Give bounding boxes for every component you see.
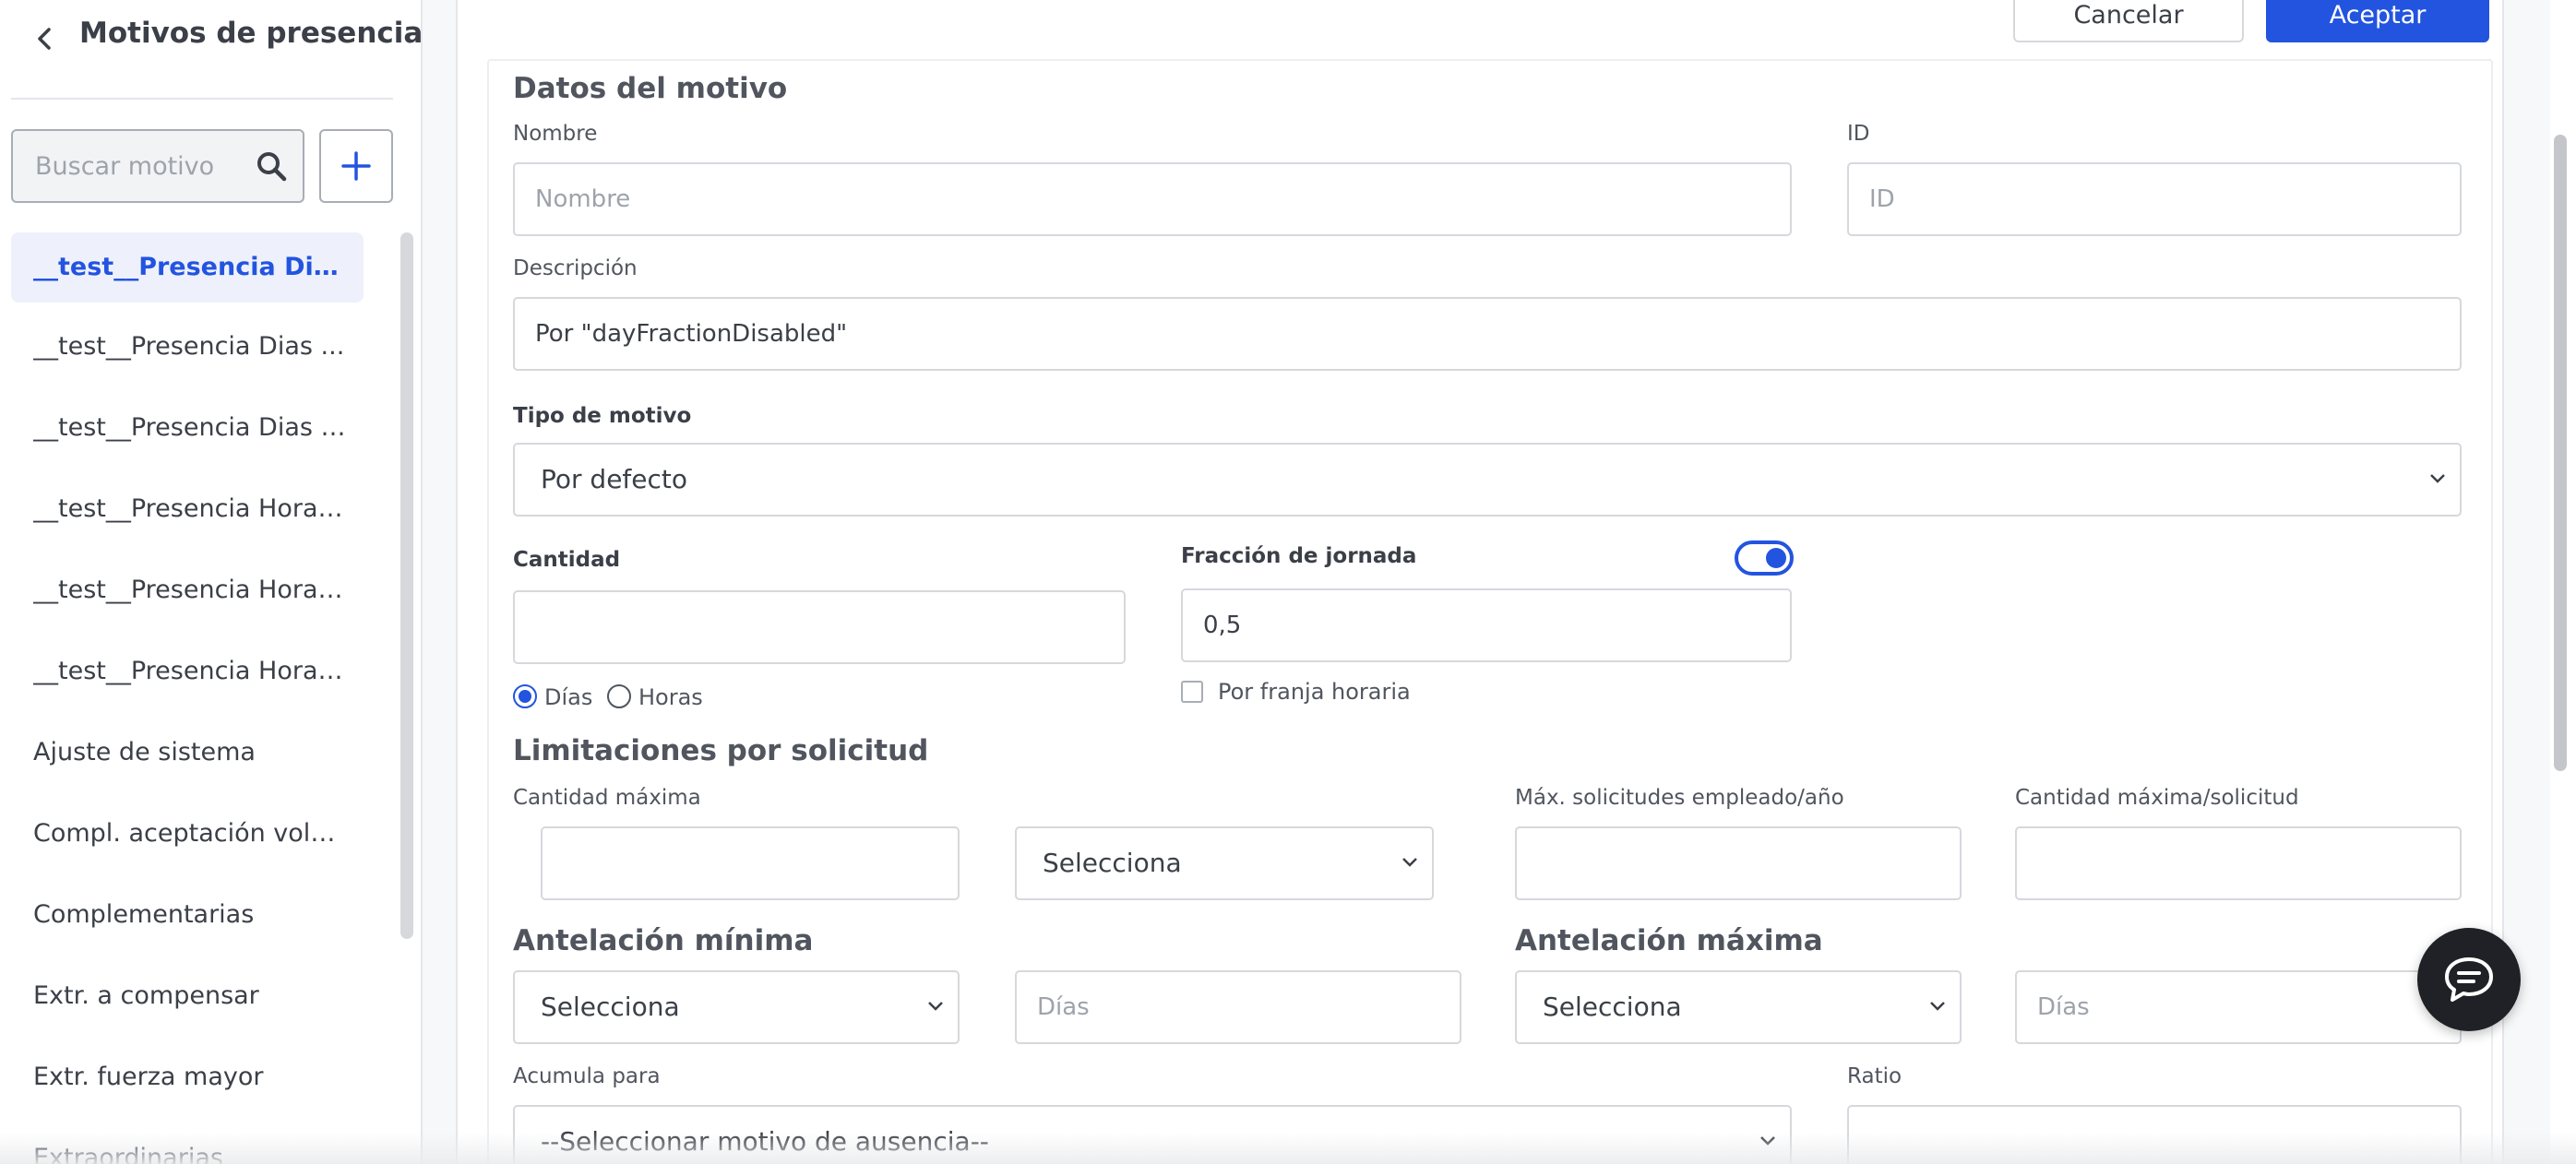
chevron-down-icon: [928, 1002, 943, 1011]
chevron-down-icon: [1402, 858, 1417, 867]
cantidad-max-solicitud-input[interactable]: [2015, 826, 2462, 900]
cantidad-maxima-input[interactable]: [541, 826, 960, 900]
tipo-select[interactable]: Por defecto: [513, 443, 2462, 517]
limitaciones-title: Limitaciones por solicitud: [513, 734, 929, 767]
list-item-label: __test__Presencia Dias ...: [33, 332, 345, 361]
acumula-label: Acumula para: [513, 1064, 661, 1088]
tipo-label: Tipo de motivo: [513, 404, 692, 428]
dias-radio[interactable]: [513, 684, 537, 708]
horas-radio[interactable]: [607, 684, 631, 708]
accept-button[interactable]: Aceptar: [2266, 0, 2489, 42]
fraccion-label: Fracción de jornada: [1181, 544, 1417, 568]
antelacion-maxima-select[interactable]: Selecciona: [1515, 970, 1962, 1044]
ratio-input[interactable]: [1847, 1105, 2462, 1164]
cantidad-label: Cantidad: [513, 548, 621, 572]
reason-data-section: Datos del motivo Nombre ID Descripción T…: [487, 59, 2493, 1164]
list-item[interactable]: Extr. fuerza mayor: [11, 1044, 395, 1125]
list-item[interactable]: Ajuste de sistema: [11, 719, 395, 801]
acumula-select[interactable]: --Seleccionar motivo de ausencia--: [513, 1105, 1792, 1164]
list-item[interactable]: __test__Presencia Dias F...: [11, 232, 364, 303]
descripcion-label: Descripción: [513, 256, 638, 280]
list-item-label: __test__Presencia Horas...: [33, 494, 347, 523]
list-item[interactable]: Extr. a compensar: [11, 963, 395, 1044]
chat-bubble-icon: [2445, 957, 2493, 1002]
chat-button[interactable]: [2417, 928, 2521, 1031]
main-panel: Cancelar Aceptar Datos del motivo Nombre…: [423, 0, 2550, 1164]
sidebar-title: Motivos de presencia: [79, 17, 423, 50]
toggle-knob: [1766, 548, 1786, 568]
sidebar: Motivos de presencia __test__Presencia D…: [0, 0, 423, 1164]
franja-checkbox[interactable]: [1181, 681, 1203, 703]
id-input[interactable]: [1847, 162, 2462, 236]
list-item[interactable]: __test__Presencia Dias ...: [11, 314, 395, 395]
list-item[interactable]: __test__Presencia Horas...: [11, 476, 395, 557]
franja-label: Por franja horaria: [1218, 679, 1411, 705]
reason-list: __test__Presencia Dias F... __test__Pres…: [11, 232, 395, 1164]
cantidad-input[interactable]: [513, 590, 1126, 664]
select-value: Selecciona: [541, 992, 680, 1022]
select-value: Selecciona: [1543, 992, 1682, 1022]
fraccion-input[interactable]: [1181, 588, 1792, 662]
cantidad-max-solicitud-label: Cantidad máxima/solicitud: [2015, 786, 2299, 810]
cantidad-maxima-label: Cantidad máxima: [513, 786, 701, 810]
list-item[interactable]: __test__Presencia Horas...: [11, 557, 395, 638]
cantidad-maxima-unit-select[interactable]: Selecciona: [1015, 826, 1434, 900]
section-title: Datos del motivo: [513, 72, 788, 105]
page-scrollbar[interactable]: [2554, 135, 2567, 771]
nombre-label: Nombre: [513, 122, 598, 146]
select-value: Selecciona: [1043, 848, 1182, 878]
id-label: ID: [1847, 122, 1870, 146]
select-value: --Seleccionar motivo de ausencia--: [541, 1126, 989, 1157]
antelacion-maxima-title: Antelación máxima: [1515, 924, 1823, 957]
list-item-label: Extr. fuerza mayor: [33, 1063, 264, 1091]
max-solicitudes-input[interactable]: [1515, 826, 1962, 900]
descripcion-input[interactable]: [513, 297, 2462, 371]
cancel-button[interactable]: Cancelar: [2013, 0, 2244, 42]
list-item-label: Ajuste de sistema: [33, 738, 256, 766]
list-item[interactable]: __test__Presencia Dias R...: [11, 395, 395, 476]
search-input[interactable]: [13, 131, 244, 201]
antelacion-minima-title: Antelación mínima: [513, 924, 814, 957]
search-icon[interactable]: [255, 149, 288, 183]
chevron-down-icon: [1930, 1002, 1945, 1011]
plus-icon: [341, 151, 371, 181]
ratio-label: Ratio: [1847, 1064, 1902, 1088]
list-item-label: Compl. aceptación volun...: [33, 819, 347, 848]
horas-radio-label: Horas: [638, 684, 703, 710]
tipo-select-value: Por defecto: [541, 464, 688, 494]
chevron-left-icon[interactable]: [31, 22, 59, 55]
nombre-input[interactable]: [513, 162, 1792, 236]
list-item-label: __test__Presencia Dias R...: [33, 413, 347, 442]
sidebar-scrollbar[interactable]: [400, 232, 413, 939]
list-item-label: __test__Presencia Horas...: [33, 657, 347, 685]
sidebar-header: Motivos de presencia: [11, 0, 421, 100]
dias-radio-label: Días: [544, 684, 593, 710]
list-item-label: Extraordinarias: [33, 1144, 223, 1164]
list-item[interactable]: Complementarias: [11, 882, 395, 963]
list-item[interactable]: Compl. aceptación volun...: [11, 801, 395, 882]
chevron-down-icon: [2430, 474, 2445, 483]
antelacion-maxima-days-input[interactable]: [2015, 970, 2462, 1044]
search-box: [11, 129, 304, 203]
list-item-label: __test__Presencia Dias F...: [33, 253, 347, 281]
list-item-label: Extr. a compensar: [33, 981, 259, 1010]
add-reason-button[interactable]: [319, 129, 393, 203]
antelacion-minima-select[interactable]: Selecciona: [513, 970, 960, 1044]
list-item[interactable]: Extraordinarias: [11, 1125, 395, 1164]
fraccion-toggle[interactable]: [1735, 540, 1794, 576]
max-solicitudes-label: Máx. solicitudes empleado/año: [1515, 786, 1844, 810]
list-item[interactable]: __test__Presencia Horas...: [11, 638, 395, 719]
antelacion-minima-days-input[interactable]: [1015, 970, 1461, 1044]
list-item-label: __test__Presencia Horas...: [33, 576, 347, 604]
list-item-label: Complementarias: [33, 900, 255, 929]
chevron-down-icon: [1760, 1136, 1775, 1146]
